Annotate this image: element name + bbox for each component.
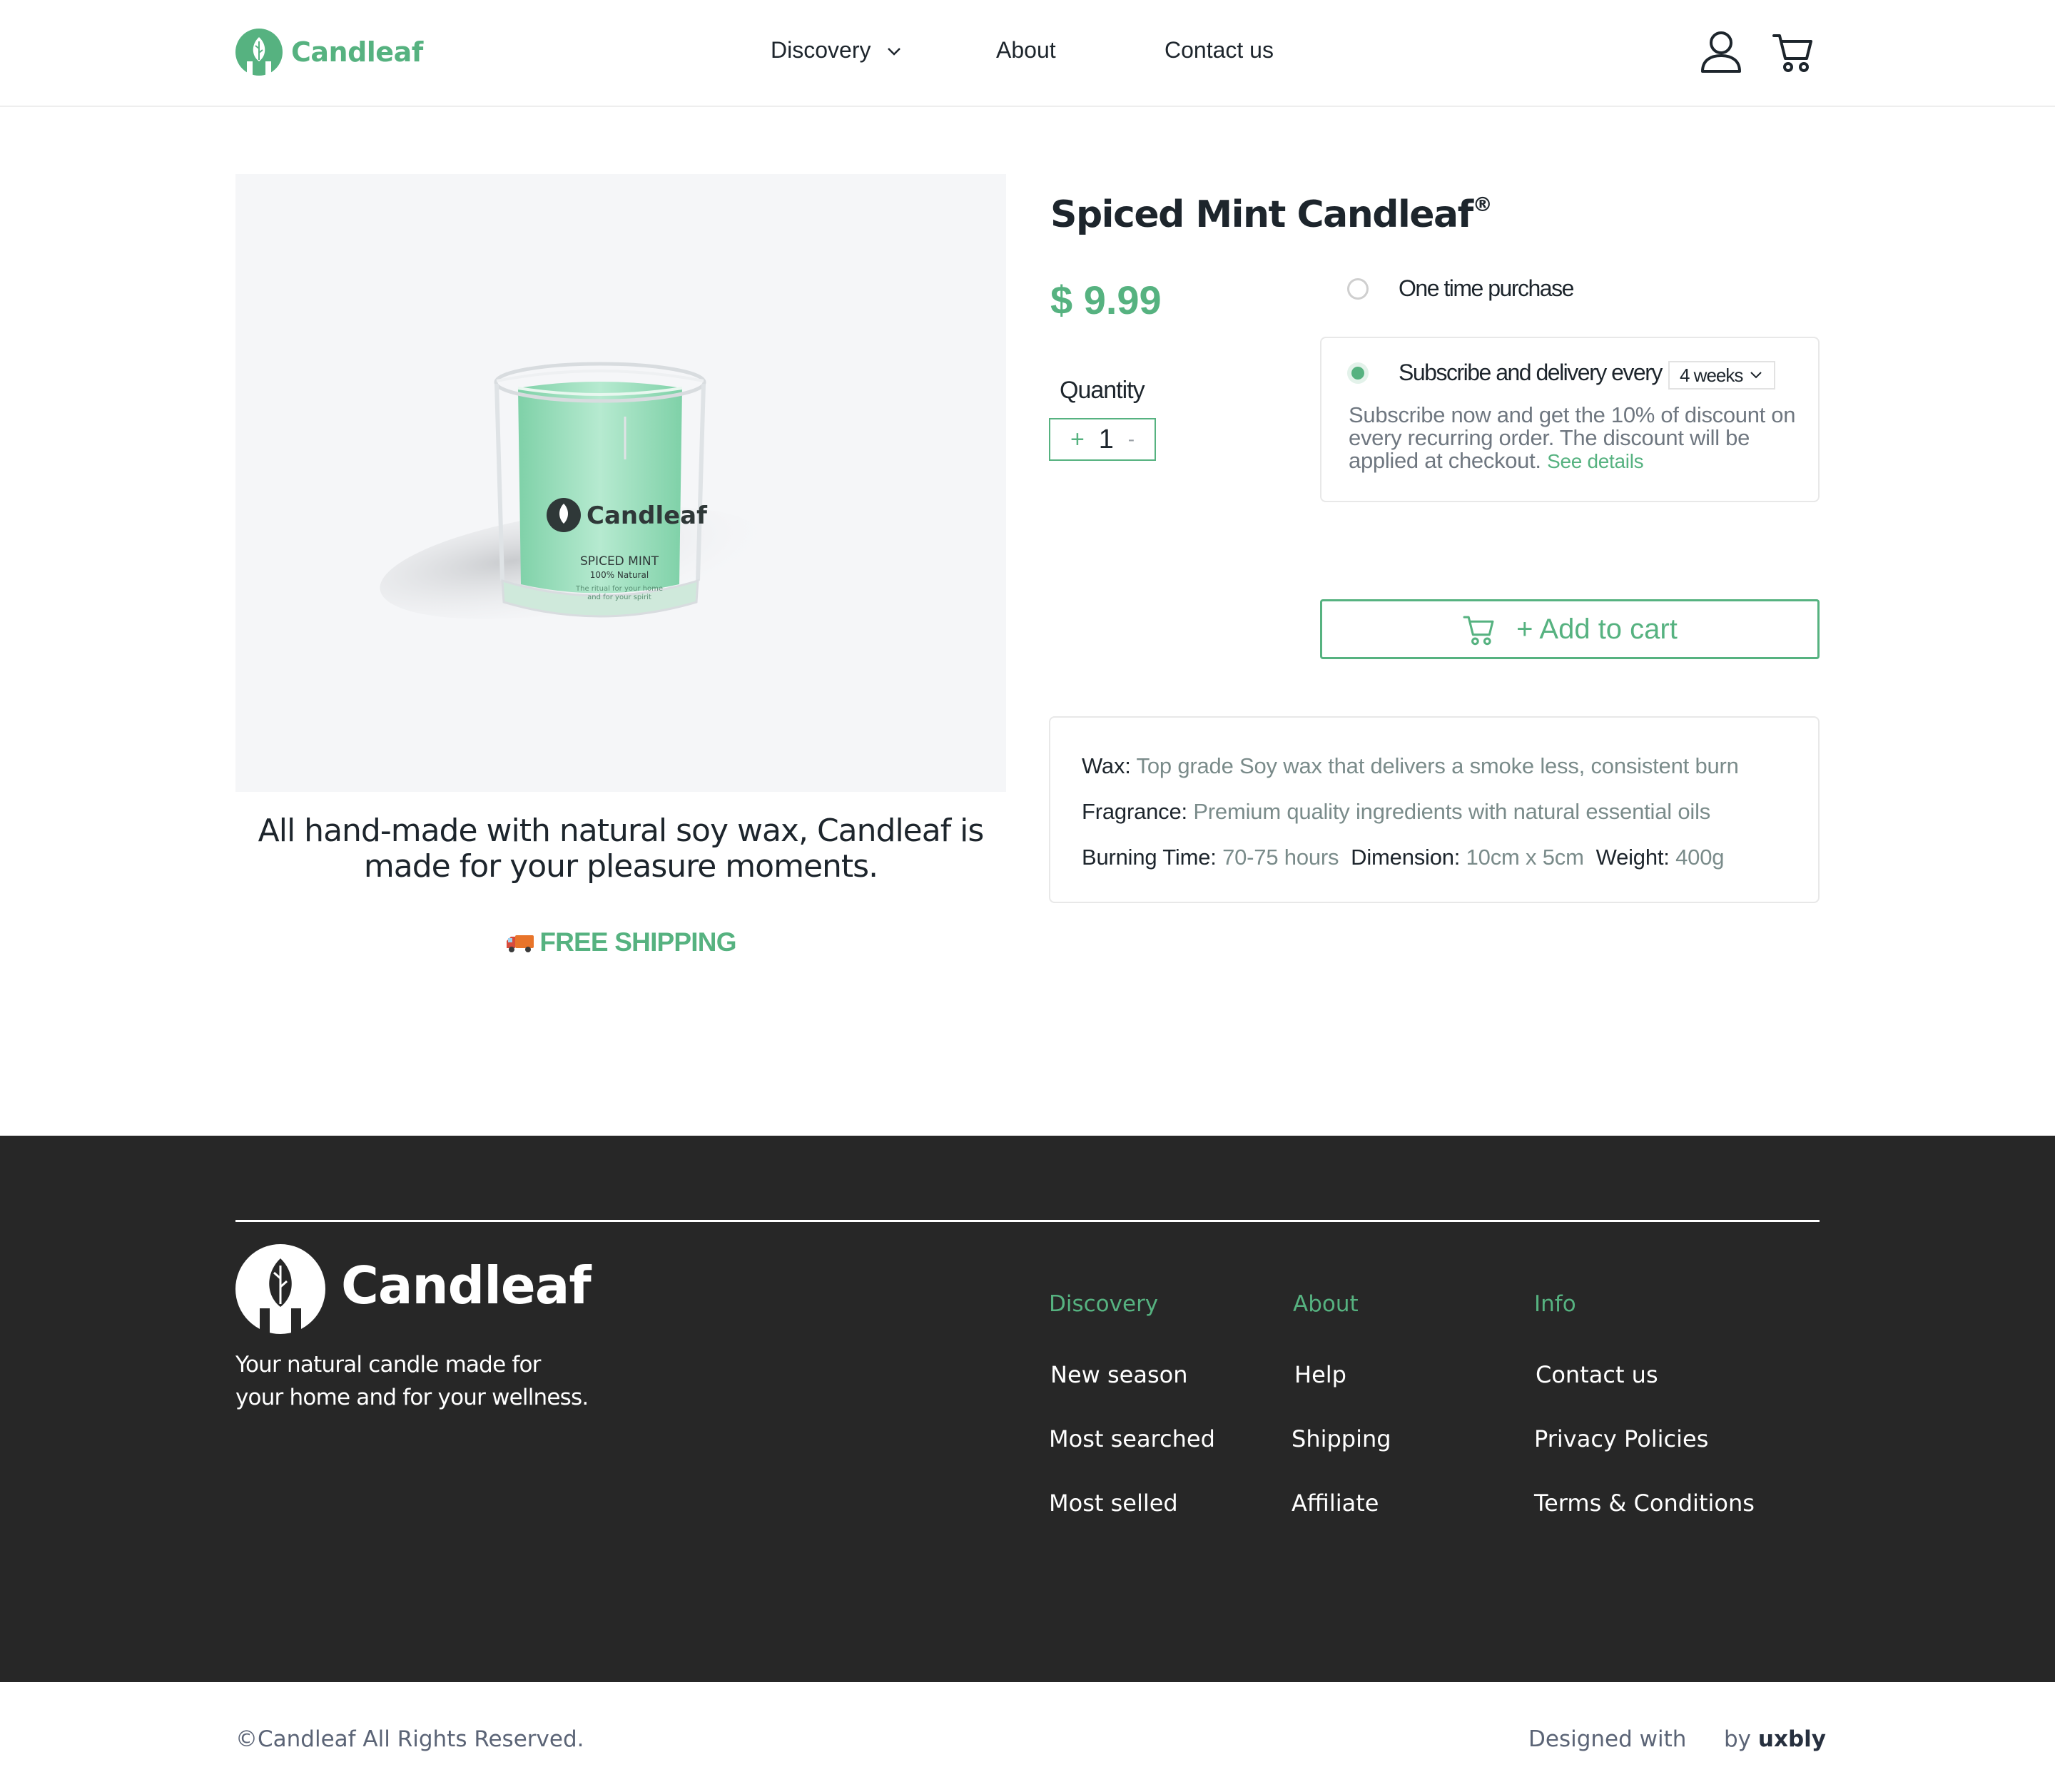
free-shipping-badge: FREE SHIPPING [235, 927, 1006, 957]
jar-line-2: and for your spirit [587, 594, 651, 601]
product-image: Candleaf SPICED MINT 100% Natural The ri… [235, 174, 1006, 792]
footer-link-privacy-policies[interactable]: Privacy Policies [1534, 1425, 1708, 1452]
footer-brand-name[interactable]: Candleaf [341, 1256, 592, 1315]
leaf-candle-logo-icon [235, 29, 283, 76]
footer-tagline: Your natural candle made for your home a… [235, 1348, 635, 1414]
quantity-decrease-button[interactable]: - [1128, 428, 1135, 451]
designer-by-text: by [1724, 1726, 1752, 1752]
footer-link-shipping[interactable]: Shipping [1292, 1425, 1391, 1452]
spec-fragrance-label: Fragrance: [1082, 799, 1187, 824]
jar-brand-text: Candleaf [587, 502, 708, 530]
nav-discovery-label: Discovery [771, 37, 871, 63]
spec-wax-label: Wax: [1082, 753, 1131, 778]
footer-link-most-selled[interactable]: Most selled [1049, 1490, 1178, 1517]
copyright-text: ©Candleaf All Rights Reserved. [235, 1726, 584, 1752]
delivery-interval-select[interactable]: 4 weeks [1668, 361, 1775, 390]
spec-wax: Wax: Top grade Soy wax that delivers a s… [1082, 753, 1818, 779]
add-to-cart-label: + Add to cart [1516, 613, 1678, 645]
nav-contact[interactable]: Contact us [1164, 37, 1274, 63]
brand-name: Candleaf [291, 36, 423, 68]
designer-link[interactable]: uxbly [1758, 1726, 1826, 1752]
user-icon[interactable] [1700, 30, 1742, 74]
spec-burning-label: Burning Time: [1082, 845, 1217, 870]
nav-about[interactable]: About [996, 37, 1056, 63]
spec-weight-label: Weight: [1595, 845, 1670, 870]
subscribe-label[interactable]: Subscribe and delivery every [1399, 360, 1663, 386]
footer-tagline-line-1: Your natural candle made for [235, 1352, 541, 1378]
spec-dimension-value: 10cm x 5cm [1466, 845, 1584, 870]
footer-heading-about: About [1293, 1291, 1359, 1317]
designer-credit: by uxbly [1724, 1726, 1826, 1752]
one-time-purchase-radio[interactable] [1347, 278, 1369, 300]
footer-link-terms-conditions[interactable]: Terms & Conditions [1534, 1490, 1755, 1517]
add-to-cart-button[interactable]: + Add to cart [1320, 599, 1820, 659]
see-details-link[interactable]: See details [1547, 450, 1644, 472]
jar-line-1: The ritual for your home [575, 585, 663, 593]
site-footer: Candleaf Your natural candle made for yo… [0, 1136, 2055, 1682]
nav-contact-label: Contact us [1164, 37, 1274, 63]
quantity-label: Quantity [1060, 377, 1145, 404]
product-title-text: Spiced Mint Candleaf [1050, 193, 1473, 236]
candle-jar-illustration: Candleaf SPICED MINT 100% Natural The ri… [380, 362, 762, 619]
footer-heading-discovery: Discovery [1049, 1291, 1159, 1317]
footer-divider [235, 1220, 1820, 1222]
cart-icon [1463, 616, 1494, 646]
subscribe-radio[interactable] [1347, 362, 1369, 384]
chevron-down-icon [888, 47, 901, 56]
header-logo[interactable]: Candleaf [235, 29, 423, 76]
footer-link-new-season[interactable]: New season [1050, 1361, 1187, 1388]
spec-dimension-label: Dimension: [1351, 845, 1461, 870]
site-header: Candleaf Discovery About Contact us [0, 0, 2055, 107]
footer-heading-info: Info [1534, 1291, 1576, 1317]
footer-link-affiliate[interactable]: Affiliate [1292, 1490, 1379, 1517]
product-title: Spiced Mint Candleaf® [1050, 193, 1493, 236]
chevron-down-icon [1750, 372, 1762, 379]
quantity-stepper: + 1 - [1049, 418, 1156, 461]
jar-product-name: SPICED MINT [580, 554, 659, 569]
delivery-truck-icon [507, 935, 534, 952]
footer-link-contact-us[interactable]: Contact us [1536, 1361, 1658, 1388]
subscription-description: Subscribe now and get the 10% of discoun… [1349, 404, 1805, 473]
spec-wax-value: Top grade Soy wax that delivers a smoke … [1136, 753, 1739, 778]
one-time-purchase-label[interactable]: One time purchase [1399, 275, 1574, 302]
quantity-value[interactable]: 1 [1099, 424, 1114, 455]
cart-icon[interactable] [1771, 30, 1814, 73]
registered-mark: ® [1472, 193, 1493, 216]
designed-with-text: Designed with [1528, 1726, 1687, 1752]
product-tagline: All hand-made with natural soy wax, Cand… [235, 813, 1006, 885]
free-shipping-label: FREE SHIPPING [539, 927, 736, 957]
tagline-line-2: made for your pleasure moments. [363, 848, 878, 885]
spec-burning-value: 70-75 hours [1222, 845, 1339, 870]
tagline-line-1: All hand-made with natural soy wax, Cand… [258, 813, 985, 849]
spec-fragrance: Fragrance: Premium quality ingredients w… [1082, 799, 1818, 825]
quantity-increase-button[interactable]: + [1070, 426, 1085, 454]
nav-discovery[interactable]: Discovery [771, 37, 902, 63]
spec-fragrance-value: Premium quality ingredients with natural… [1193, 799, 1711, 824]
footer-link-help[interactable]: Help [1294, 1361, 1346, 1388]
product-specs-card: Wax: Top grade Soy wax that delivers a s… [1049, 716, 1820, 903]
product-price: $ 9.99 [1050, 278, 1162, 322]
spec-weight-value: 400g [1675, 845, 1725, 870]
footer-link-most-searched[interactable]: Most searched [1049, 1425, 1215, 1452]
delivery-interval-value: 4 weeks [1680, 364, 1743, 386]
jar-natural-text: 100% Natural [590, 570, 649, 580]
footer-tagline-line-2: your home and for your wellness. [235, 1385, 589, 1410]
leaf-candle-logo-icon[interactable] [235, 1244, 325, 1334]
spec-details-row: Burning Time: 70-75 hours Dimension: 10c… [1082, 845, 1818, 870]
nav-about-label: About [996, 37, 1056, 63]
